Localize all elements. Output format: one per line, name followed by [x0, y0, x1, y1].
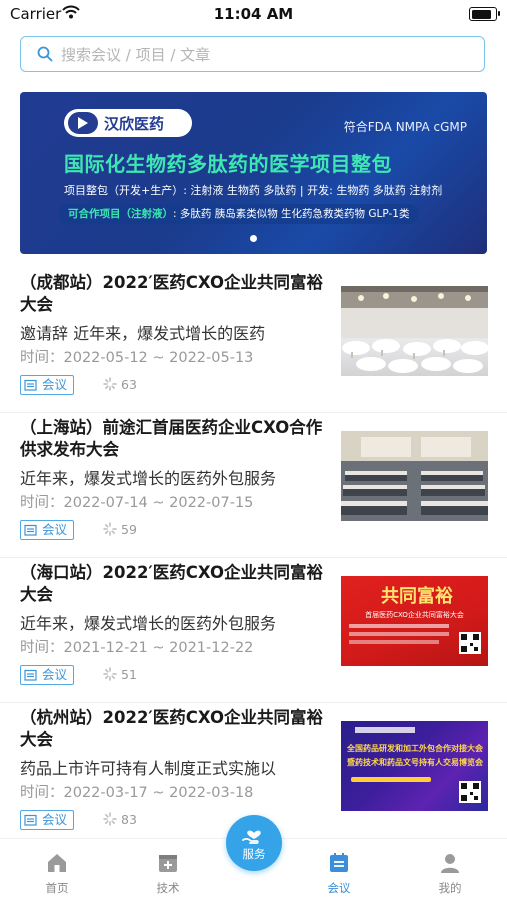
clock: 11:04 AM	[213, 5, 294, 23]
calendar-icon	[24, 668, 37, 686]
tab-meeting-label: 会议	[327, 881, 351, 895]
search-placeholder: 搜索会议 / 项目 / 文章	[61, 46, 211, 64]
item-views: 83	[103, 812, 137, 829]
search-bar[interactable]: 搜索会议 / 项目 / 文章	[20, 36, 485, 72]
meeting-icon	[304, 851, 374, 878]
views-icon	[103, 812, 117, 829]
item-views-count: 51	[121, 667, 137, 682]
item-views-count: 63	[121, 377, 137, 392]
thumbnail-subtitle: 首届医药CXO企业共同富裕大会	[365, 611, 464, 619]
list-item[interactable]: （上海站）前途汇首届医药企业CXO合作供求发布大会 近年来，爆发式增长的医药外包…	[0, 413, 507, 558]
tab-service-label: 服务	[242, 847, 266, 861]
brand-logo: 汉欣医药	[64, 109, 192, 137]
item-title: （海口站）2022′医药CXO企业共同富裕大会	[20, 563, 324, 604]
item-desc: 邀请辞 近年来，爆发式增长的医药	[20, 324, 266, 343]
item-tag-label: 会议	[42, 377, 68, 392]
search-icon	[37, 46, 53, 66]
banner-pill-label: 可合作项目（注射液）	[68, 208, 173, 220]
item-desc: 近年来，爆发式增长的医药外包服务	[20, 614, 277, 633]
banner-pill-text: : 多肽药 胰岛素类似物 生化药急救类药物 GLP-1类	[173, 208, 410, 220]
views-icon	[103, 522, 117, 539]
tech-icon	[133, 851, 203, 878]
tab-home-label: 首页	[45, 881, 69, 895]
item-tag-label: 会议	[42, 522, 68, 537]
item-title: （上海站）前途汇首届医药企业CXO合作供求发布大会	[20, 418, 323, 459]
item-title: （成都站）2022′医药CXO企业共同富裕大会	[20, 273, 324, 314]
thumbnail-detail	[349, 632, 449, 636]
item-tag-label: 会议	[42, 667, 68, 682]
meeting-list: （成都站）2022′医药CXO企业共同富裕大会 邀请辞 近年来，爆发式增长的医药…	[0, 268, 507, 848]
promo-banner[interactable]: 汉欣医药 符合FDA NMPA cGMP 国际化生物药多肽药的医学项目整包 项目…	[20, 92, 487, 254]
item-title: （杭州站）2022′医药CXO企业共同富裕大会	[20, 708, 324, 749]
thumbnail-title: 共同富裕	[381, 586, 453, 607]
thumbnail-line1: 全国药品研发和加工外包合作对接大会	[347, 744, 483, 753]
tab-tech-label: 技术	[156, 881, 180, 895]
qr-code-icon	[459, 632, 481, 654]
item-tag: 会议	[20, 810, 75, 831]
item-views-count: 83	[121, 812, 137, 827]
banner-pill: 可合作项目（注射液）: 多肽药 胰岛素类似物 生化药急救类药物 GLP-1类	[58, 204, 420, 224]
item-tag: 会议	[20, 375, 75, 396]
banner-headline: 国际化生物药多肽药的医学项目整包	[64, 152, 392, 176]
item-views: 59	[103, 522, 137, 539]
item-tag: 会议	[20, 665, 75, 686]
home-icon	[22, 851, 92, 878]
thumbnail-header	[355, 727, 415, 733]
thumbnail-detail	[349, 624, 449, 628]
views-icon	[103, 667, 117, 684]
thumbnail-detail	[351, 777, 431, 782]
item-tag-label: 会议	[42, 812, 68, 827]
item-thumbnail: 全国药品研发和加工外包合作对接大会 暨药技术和药品文号持有人交易博览会	[341, 721, 488, 811]
item-desc: 药品上市许可持有人制度正式实施以	[20, 759, 277, 778]
profile-icon	[415, 851, 485, 878]
item-views: 51	[103, 667, 137, 684]
banner-pager[interactable]	[20, 227, 487, 246]
item-time: 时间：2021-12-21 ~ 2021-12-22	[20, 640, 254, 656]
thumbnail-detail	[349, 640, 439, 644]
item-desc: 近年来，爆发式增长的医药外包服务	[20, 469, 277, 488]
calendar-icon	[24, 813, 37, 831]
tab-bar: 首页 技术 服务 会议 我的	[0, 815, 507, 901]
status-bar: Carrier 11:04 AM	[0, 0, 507, 30]
tab-service[interactable]: 服务	[226, 815, 282, 871]
item-thumbnail	[341, 431, 488, 521]
tab-tech[interactable]: 技术	[133, 851, 203, 896]
battery-icon	[469, 7, 500, 21]
views-icon	[103, 377, 117, 394]
brand-logo-icon	[68, 112, 98, 134]
list-item[interactable]: （成都站）2022′医药CXO企业共同富裕大会 邀请辞 近年来，爆发式增长的医药…	[0, 268, 507, 413]
item-time: 时间：2022-05-12 ~ 2022-05-13	[20, 350, 254, 366]
item-thumbnail: 共同富裕 首届医药CXO企业共同富裕大会	[341, 576, 488, 666]
item-time: 时间：2022-03-17 ~ 2022-03-18	[20, 785, 254, 801]
thumbnail-line2: 暨药技术和药品文号持有人交易博览会	[347, 758, 483, 767]
tab-home[interactable]: 首页	[22, 851, 92, 896]
tab-mine[interactable]: 我的	[415, 851, 485, 896]
item-tag: 会议	[20, 520, 75, 541]
pager-dot[interactable]	[250, 235, 257, 242]
tab-mine-label: 我的	[438, 881, 462, 895]
calendar-icon	[24, 378, 37, 396]
item-views: 63	[103, 377, 137, 394]
item-views-count: 59	[121, 522, 137, 537]
calendar-icon	[24, 523, 37, 541]
list-item[interactable]: （海口站）2022′医药CXO企业共同富裕大会 近年来，爆发式增长的医药外包服务…	[0, 558, 507, 703]
banner-subline: 项目整包（开发+生产）: 注射液 生物药 多肽药 | 开发: 生物药 多肽药 注…	[64, 184, 443, 197]
tab-meeting[interactable]: 会议	[304, 851, 374, 896]
brand-name: 汉欣医药	[104, 115, 165, 133]
item-time: 时间：2022-07-14 ~ 2022-07-15	[20, 495, 254, 511]
qr-code-icon	[459, 781, 481, 803]
item-thumbnail	[341, 286, 488, 376]
banner-standard: 符合FDA NMPA cGMP	[343, 120, 467, 134]
